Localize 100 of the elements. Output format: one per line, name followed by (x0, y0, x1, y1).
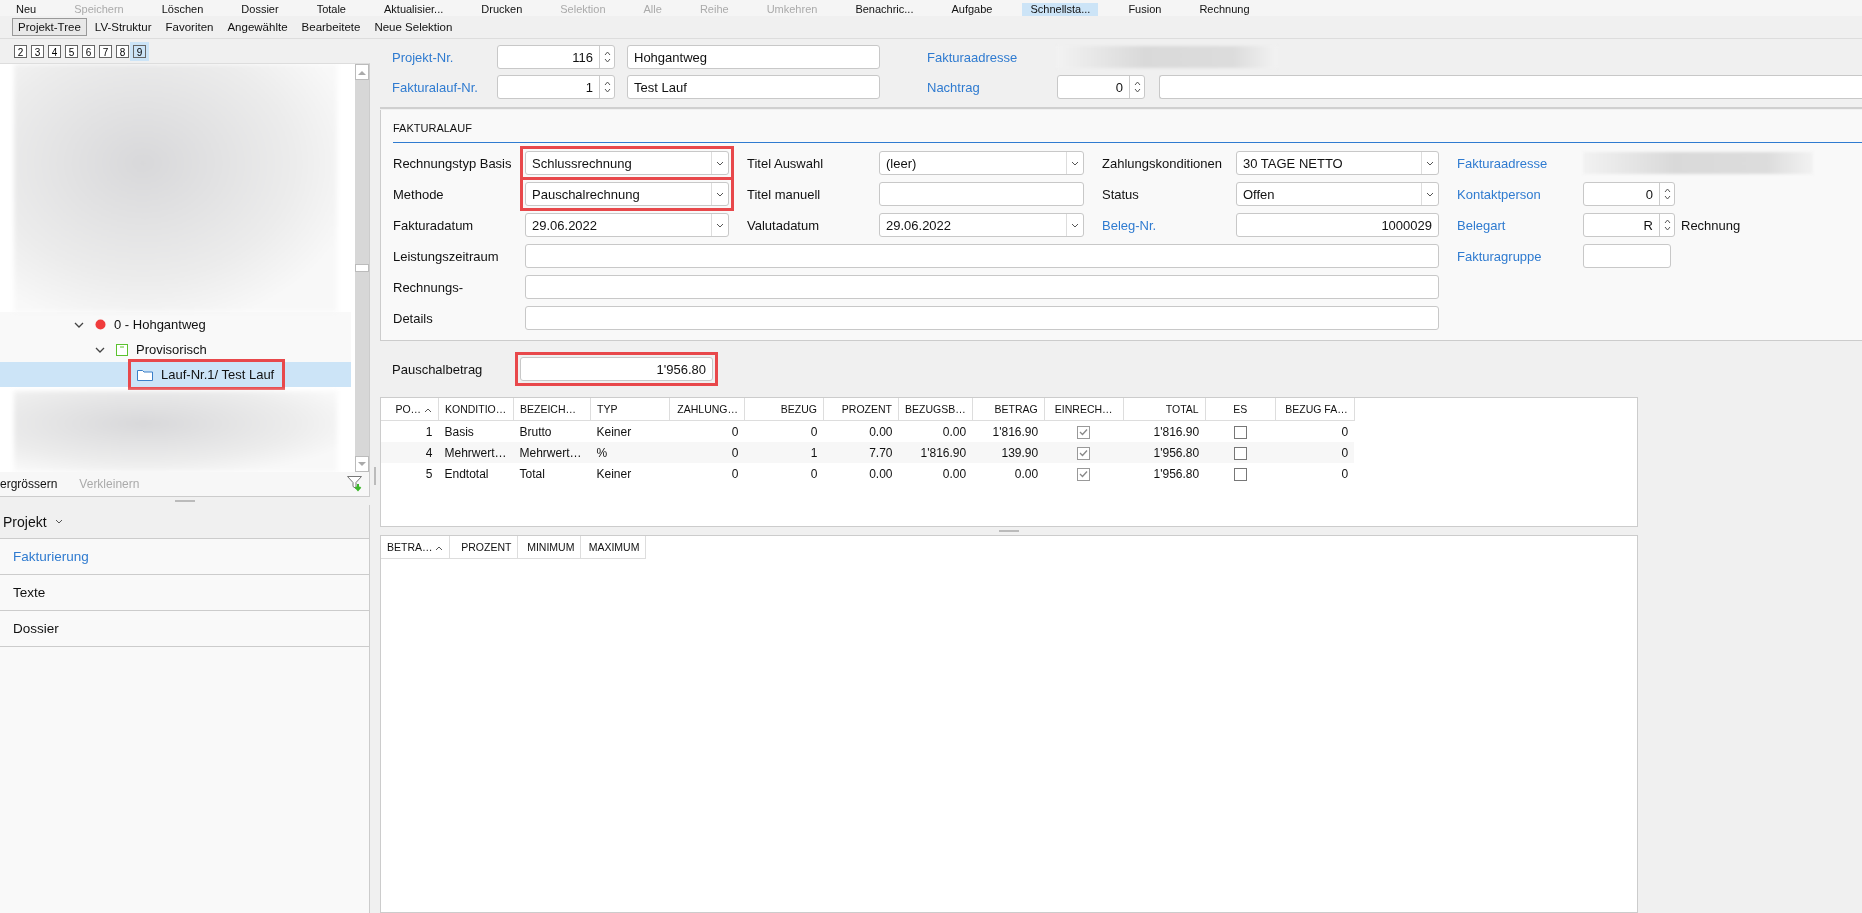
toolbar-button[interactable]: Dossier (233, 3, 287, 16)
column-header[interactable]: ES (1205, 398, 1276, 421)
field-link[interactable]: Fakturaadresse (927, 49, 1018, 65)
tab[interactable]: Projekt-Tree (12, 18, 87, 36)
level-button[interactable]: 4 (48, 44, 61, 58)
level-button[interactable]: 9 (133, 44, 146, 58)
column-header[interactable]: MINIMUM (517, 536, 581, 559)
field-link[interactable]: Kontaktperson (1457, 186, 1541, 202)
footer-button[interactable]: ergrössern (0, 477, 58, 491)
column-header[interactable]: BETRAG (972, 398, 1045, 421)
tab[interactable]: Bearbeitete (295, 18, 367, 36)
toolbar-button[interactable]: Fusion (1120, 3, 1170, 16)
dropdown-field[interactable]: 30 TAGE NETTO (1236, 151, 1439, 175)
column-header[interactable]: PROZENT (449, 536, 518, 559)
toolbar-button[interactable]: Neu (8, 3, 45, 16)
tab[interactable]: Neue Selektion (368, 18, 459, 36)
column-header[interactable]: BEZUG FA… (1275, 398, 1355, 421)
level-button[interactable]: 6 (82, 44, 95, 58)
text-field[interactable]: Hohgantweg (627, 45, 880, 69)
table-cell: 0 (1275, 420, 1355, 442)
text-field[interactable] (525, 275, 1439, 299)
level-button[interactable]: 2 (14, 44, 27, 58)
column-header[interactable]: MAXIMUM (580, 536, 646, 559)
column-header[interactable]: BEZUG (744, 398, 824, 421)
column-header[interactable]: BEZEICH… (513, 398, 591, 421)
chevron-down-icon (1071, 222, 1079, 228)
level-button[interactable]: 5 (65, 44, 78, 58)
checkbox[interactable] (1077, 425, 1091, 439)
sort-caret-icon (435, 546, 444, 551)
number-spinner[interactable]: 0 (1583, 182, 1675, 206)
chevron-down-icon[interactable] (95, 346, 105, 353)
dropdown-field[interactable]: 29.06.2022 (525, 213, 729, 237)
column-header[interactable]: BEZUGSB… (898, 398, 973, 421)
field-label: Details (393, 310, 433, 326)
scroll-up-icon[interactable] (358, 69, 366, 75)
number-spinner[interactable]: 1 (497, 75, 615, 99)
filter-icon[interactable] (347, 476, 363, 492)
level-button[interactable]: 8 (116, 44, 129, 58)
column-header[interactable]: KONDITIO… (438, 398, 514, 421)
number-spinner[interactable]: 116 (497, 45, 615, 69)
column-header[interactable]: TOTAL (1123, 398, 1206, 421)
column-header[interactable]: PO… (381, 398, 439, 421)
dropdown-field[interactable]: Schlussrechnung (525, 151, 729, 175)
checkbox[interactable] (1233, 425, 1247, 439)
level-button[interactable]: 7 (99, 44, 112, 58)
text-field[interactable] (525, 306, 1439, 330)
field-label: Status (1102, 186, 1139, 202)
toolbar-button[interactable]: Aufgabe (943, 3, 1001, 16)
checkbox[interactable] (1233, 446, 1247, 460)
table-cell: 0.00 (898, 420, 973, 442)
column-header[interactable]: ZAHLUNG… (669, 398, 745, 421)
dropdown-field[interactable]: Pauschalrechnung (525, 182, 729, 206)
field-link[interactable]: Belegart (1457, 217, 1506, 233)
checkbox[interactable] (1077, 467, 1091, 481)
dropdown-field[interactable]: Offen (1236, 182, 1439, 206)
scrollbar[interactable] (355, 64, 369, 472)
toolbar-button[interactable]: Aktualisier... (376, 3, 452, 16)
dropdown-field[interactable]: (leer) (879, 151, 1084, 175)
chevron-down-icon (1426, 191, 1434, 197)
field-link[interactable]: Fakturaadresse (1457, 155, 1548, 171)
column-header[interactable]: TYP (590, 398, 670, 421)
tab[interactable]: Favoriten (159, 18, 220, 36)
toolbar-button[interactable]: Benachric... (847, 3, 922, 16)
chevron-down-icon[interactable] (74, 321, 84, 328)
text-field[interactable] (879, 182, 1084, 206)
checkbox[interactable] (1233, 467, 1247, 481)
field-link[interactable]: Projekt-Nr. (392, 49, 454, 65)
text-field[interactable] (1583, 244, 1671, 268)
text-field[interactable] (1159, 75, 1862, 99)
scrollbar-thumb[interactable] (355, 264, 369, 272)
field-link[interactable]: Beleg-Nr. (1102, 217, 1157, 233)
field-label: Titel manuell (747, 186, 821, 202)
tab[interactable]: LV-Struktur (88, 18, 158, 36)
number-field[interactable]: 1'956.80 (520, 357, 713, 381)
field-link[interactable]: Fakturagruppe (1457, 248, 1542, 264)
toolbar-button[interactable]: Totale (308, 3, 354, 16)
column-header[interactable]: BETRA… (381, 536, 450, 559)
dropdown-field[interactable]: 29.06.2022 (879, 213, 1084, 237)
field-link[interactable]: Nachtrag (927, 79, 980, 95)
column-header[interactable]: PROZENT (823, 398, 899, 421)
toolbar-button[interactable]: Rechnung (1191, 3, 1258, 16)
field-label: Zahlungskonditionen (1102, 155, 1222, 171)
table-cell: 0 (744, 463, 824, 484)
scroll-down-icon[interactable] (358, 461, 366, 467)
toolbar-button[interactable]: Löschen (153, 3, 212, 16)
toolbar-button[interactable]: Drucken (473, 3, 531, 16)
column-header[interactable]: EINRECH… (1044, 398, 1124, 421)
number-spinner[interactable]: R (1583, 213, 1675, 237)
number-spinner[interactable]: 0 (1057, 75, 1145, 99)
text-field[interactable] (525, 244, 1439, 268)
tab[interactable]: Angewählte (221, 18, 294, 36)
number-field[interactable]: 1000029 (1236, 213, 1439, 237)
table-cell: 1'816.90 (972, 420, 1045, 442)
level-button[interactable]: 3 (31, 44, 44, 58)
spinner-arrows-icon (1133, 80, 1141, 94)
checkbox[interactable] (1077, 446, 1091, 460)
field-link[interactable]: Fakturalauf-Nr. (392, 79, 478, 95)
toolbar-button[interactable]: Schnellsta... (1022, 3, 1099, 16)
text-field[interactable]: Test Lauf (627, 75, 880, 99)
nav-dropdown[interactable]: Projekt (0, 505, 369, 539)
